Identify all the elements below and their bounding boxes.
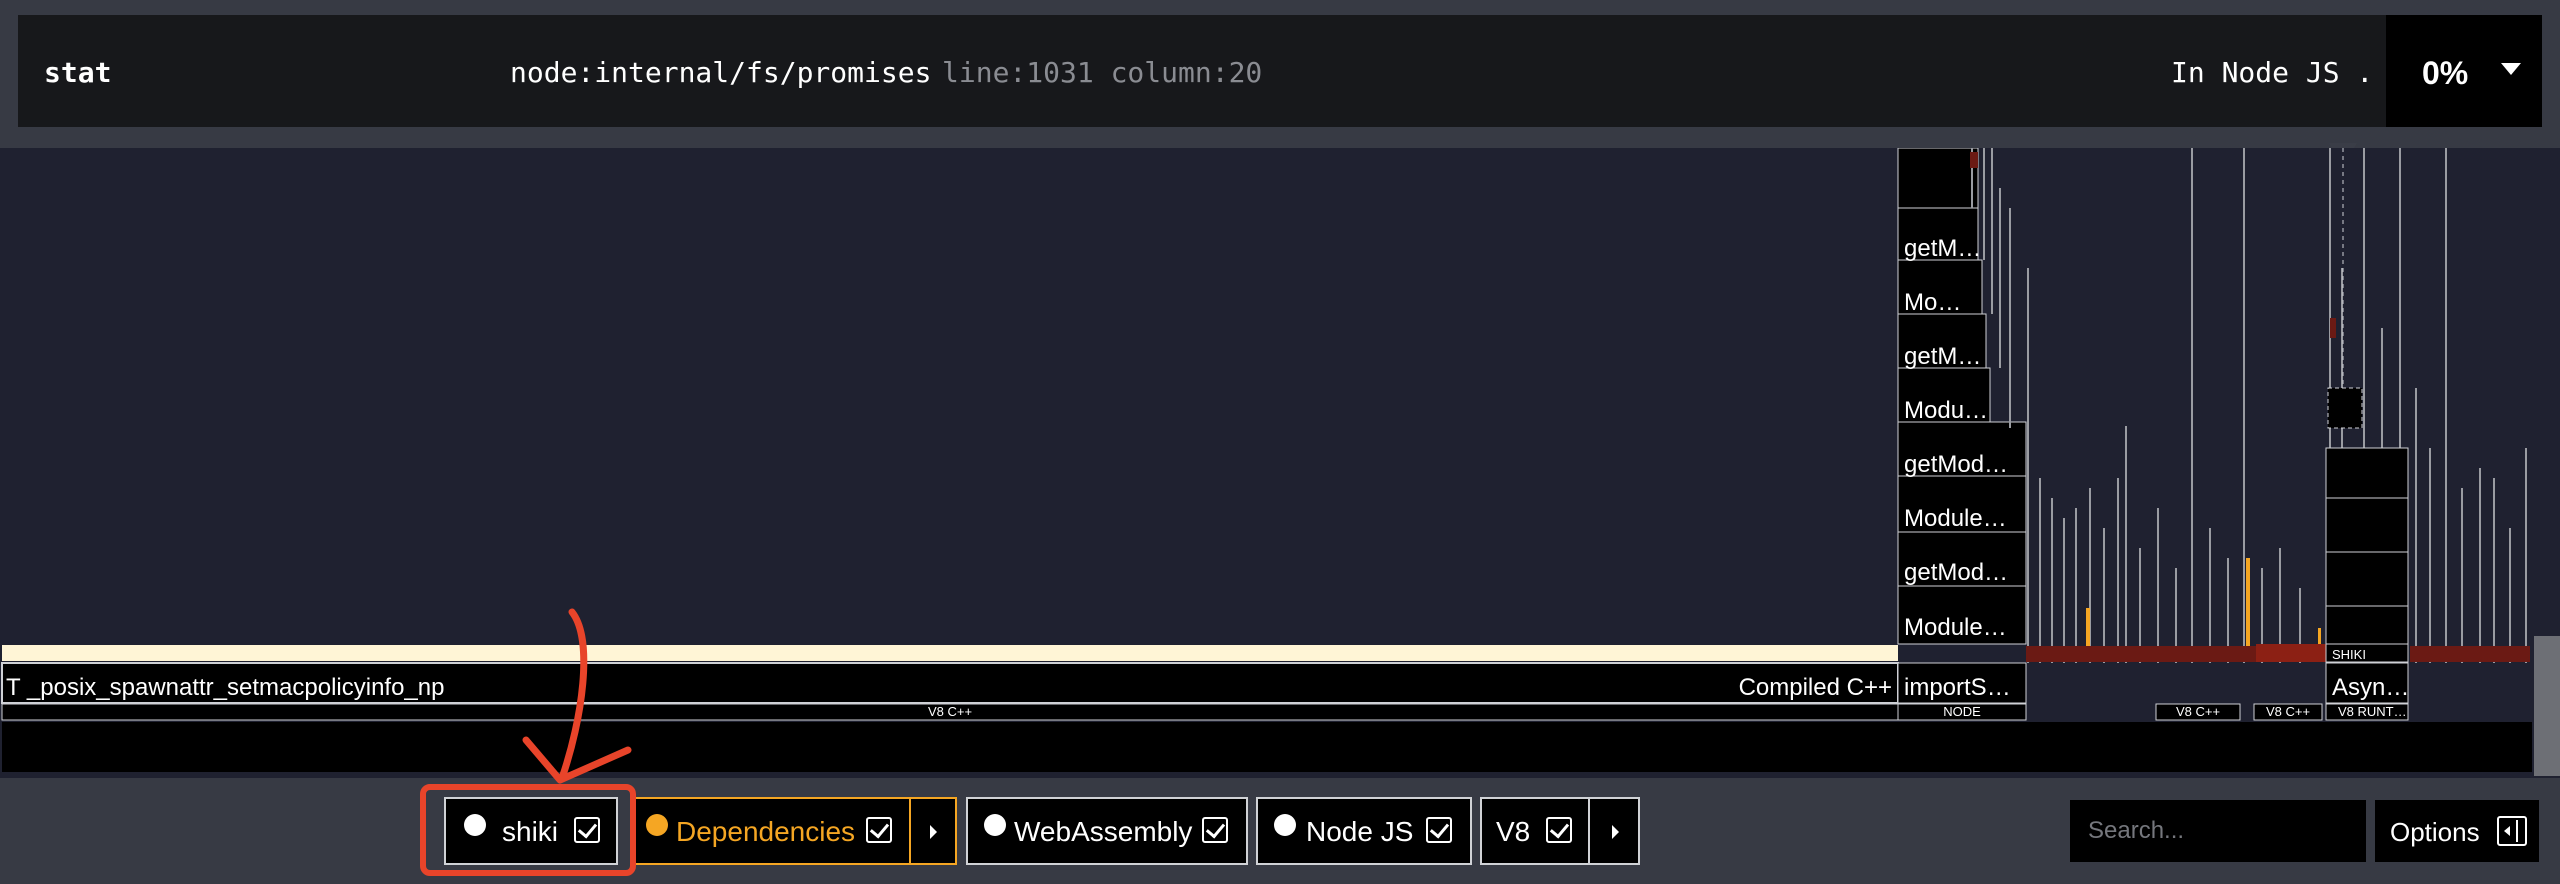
section-label-v8cpp: V8 C++ xyxy=(928,704,972,719)
import-frame-label: importS… xyxy=(1904,674,2011,701)
stack-frame-label-3: getM… xyxy=(1904,343,1981,370)
stack-frame-label-4: Modu… xyxy=(1904,397,1988,424)
section-label-v8cpp-b: V8 C++ xyxy=(2266,704,2310,719)
annotation-arrow-icon xyxy=(522,608,632,784)
circle-icon xyxy=(646,814,668,836)
shiki-frame-label: SHIKI xyxy=(2332,647,2366,662)
checkbox-icon[interactable] xyxy=(1546,817,1572,843)
filter-nodejs-label: Node JS xyxy=(1306,816,1414,847)
search-input[interactable] xyxy=(2070,800,2366,862)
filter-dependencies[interactable]: Dependencies xyxy=(632,797,957,865)
section-label-v8runtime: V8 RUNT… xyxy=(2338,704,2407,719)
circle-icon xyxy=(984,814,1006,836)
checkbox-icon[interactable] xyxy=(866,817,892,843)
chevron-right-icon[interactable] xyxy=(930,825,937,839)
filter-separator xyxy=(1588,799,1590,863)
left-frame-label: T _posix_spawnattr_setmacpolicyinfo_np xyxy=(6,674,444,701)
percent-dropdown[interactable]: 0% xyxy=(2386,15,2542,127)
options-button[interactable]: Options xyxy=(2375,800,2539,862)
async-stack[interactable] xyxy=(2325,387,2409,721)
stack-frame-label-6: Module… xyxy=(1904,505,2007,532)
circle-icon xyxy=(1274,814,1296,836)
caret-down-icon[interactable] xyxy=(2501,63,2521,75)
filter-nodejs[interactable]: Node JS xyxy=(1256,797,1472,865)
flame-graph[interactable]: T _posix_spawnattr_setmacpolicyinfo_np C… xyxy=(0,148,2560,778)
base-frame xyxy=(2,722,2532,772)
dependency-frames[interactable] xyxy=(2086,558,2321,658)
filter-dependencies-label: Dependencies xyxy=(676,816,856,847)
checkbox-icon[interactable] xyxy=(1202,817,1228,843)
percent-value: 0% xyxy=(2422,55,2469,91)
function-path: node:internal/fs/promises xyxy=(510,56,932,89)
filter-v8[interactable]: V8 xyxy=(1480,797,1640,865)
function-name: stat xyxy=(44,56,112,89)
function-location: line:1031 column:20 xyxy=(942,56,1263,89)
left-frame-type: Compiled C++ xyxy=(1739,674,1892,701)
stack-frame-label-8: Module… xyxy=(1904,614,2007,641)
highlighted-frame[interactable] xyxy=(2,645,1898,661)
sidebar-toggle-icon xyxy=(2497,816,2527,846)
section-label-node: NODE xyxy=(1943,704,1981,719)
filter-v8-label: V8 xyxy=(1496,816,1531,847)
section-label-v8cpp-a: V8 C++ xyxy=(2176,704,2220,719)
frame-tooltip: stat node:internal/fs/promises line:1031… xyxy=(18,15,2542,127)
filter-webassembly[interactable]: WebAssembly xyxy=(966,797,1248,865)
scrollbar[interactable] xyxy=(2534,636,2560,776)
function-category: In Node JS . xyxy=(2171,56,2374,89)
filter-webassembly-label: WebAssembly xyxy=(1014,816,1193,847)
async-frame-label: Asyn… xyxy=(2332,674,2409,701)
stack-frame-label-2: Mo… xyxy=(1904,289,1961,316)
chevron-right-icon[interactable] xyxy=(1612,825,1619,839)
filter-separator xyxy=(909,799,911,863)
stack-frame-label-1: getM… xyxy=(1904,235,1981,262)
checkbox-icon[interactable] xyxy=(1426,817,1452,843)
options-label: Options xyxy=(2390,817,2480,847)
stack-frame-label-5: getMod… xyxy=(1904,451,2008,478)
stack-frame-label-7: getMod… xyxy=(1904,559,2008,586)
